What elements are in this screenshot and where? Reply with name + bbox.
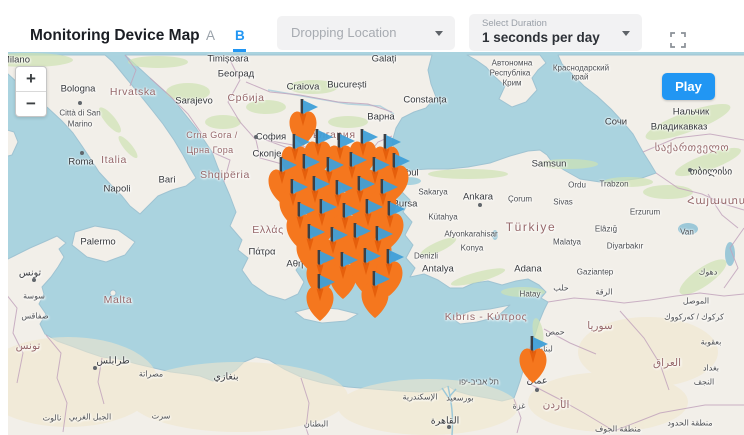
play-button[interactable]: Play [662,73,715,100]
select-duration-label: Select Duration [482,18,547,29]
monitoring-device-map-app: Monitoring Device Map A B Dropping Locat… [0,0,744,435]
dropping-location-select[interactable]: Dropping Location [277,16,455,50]
caret-down-icon [435,31,443,36]
select-duration-select[interactable]: Select Duration 1 seconds per day [469,14,642,51]
device-marker[interactable] [518,336,548,384]
tab-a[interactable]: A [206,28,215,43]
map-viewport[interactable]: MilanoBolognaHrvatskaSarajevoCittà di Sa… [8,52,744,435]
page-title: Monitoring Device Map [30,27,200,45]
device-markers-layer [8,52,744,435]
tab-b[interactable]: B [235,28,245,43]
fullscreen-icon[interactable] [669,31,687,49]
header-bar: Monitoring Device Map A B Dropping Locat… [0,0,744,52]
zoom-control: + − [15,66,47,117]
dropping-location-placeholder: Dropping Location [291,25,397,40]
caret-down-icon [622,31,630,36]
zoom-out-button[interactable]: − [16,92,46,116]
tab-b-active-underline [233,49,246,52]
device-marker[interactable] [305,274,335,322]
device-marker[interactable] [360,271,390,319]
zoom-in-button[interactable]: + [16,67,46,92]
select-duration-value: 1 seconds per day [482,30,600,45]
